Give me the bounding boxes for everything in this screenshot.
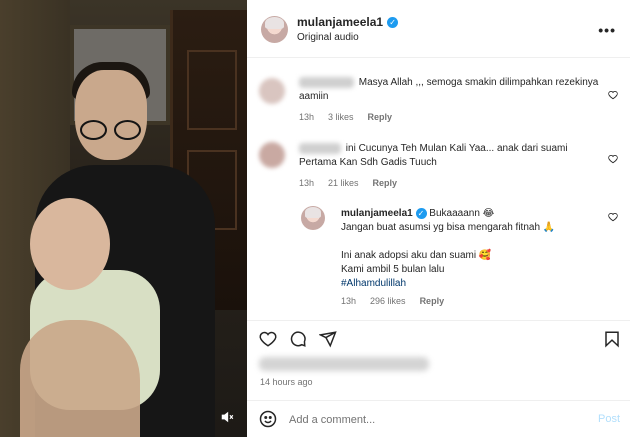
reply-text-line: Bukaaaann 😂 <box>429 208 495 219</box>
comment-reply-button[interactable]: Reply <box>373 178 398 188</box>
reply-meta: 13h 296 likes Reply <box>341 296 444 306</box>
reply-text-block: mulanjameela1 ✓ Bukaaaann 😂 Jangan buat … <box>341 207 601 291</box>
reply-like-heart-icon[interactable] <box>608 212 618 222</box>
reply-author-username[interactable]: mulanjameela1 <box>341 208 413 219</box>
video-subject <box>75 70 147 160</box>
post-actions-bar <box>247 320 630 354</box>
post-sidebar: mulanjameela1 ✓ Original audio ••• Masya… <box>247 0 630 437</box>
verified-badge-icon: ✓ <box>387 16 399 28</box>
add-comment-bar: Post <box>247 400 630 437</box>
commenter-avatar[interactable] <box>259 78 285 104</box>
video-subject <box>30 198 110 290</box>
heart-icon[interactable] <box>259 330 277 348</box>
post-comment-button[interactable]: Post <box>598 413 620 425</box>
reply-text-line: Kami ambil 5 bulan lalu <box>341 264 445 275</box>
muted-speaker-icon[interactable] <box>218 408 236 426</box>
hashtag-link[interactable]: #Alhamdulillah <box>341 277 601 291</box>
comment-like-heart-icon[interactable] <box>608 154 618 164</box>
comment-reply-button[interactable]: Reply <box>368 112 393 122</box>
comment-input[interactable] <box>289 410 579 430</box>
comments-list: Masya Allah ,,, semoga smakin dilimpahka… <box>247 58 630 320</box>
comment-time[interactable]: 13h <box>299 112 314 122</box>
comment-meta: 13h 21 likes Reply <box>299 178 397 188</box>
liked-by-row[interactable] <box>247 354 630 376</box>
commenter-username-blurred[interactable] <box>299 142 341 154</box>
emoji-icon[interactable] <box>259 410 277 428</box>
reply-text-line: Jangan buat asumsi yg bisa mengarah fitn… <box>341 222 556 233</box>
video-subject <box>80 120 144 140</box>
audio-label[interactable]: Original audio <box>297 32 359 43</box>
author-avatar[interactable] <box>261 16 288 43</box>
share-icon[interactable] <box>319 330 337 348</box>
post-video[interactable] <box>0 0 247 437</box>
comment-text-block: ini Cucunya Teh Mulan Kali Yaa... anak d… <box>299 142 589 170</box>
commenter-avatar[interactable] <box>259 142 285 168</box>
commenter-username-blurred[interactable] <box>299 76 354 88</box>
more-options-icon[interactable]: ••• <box>598 22 616 38</box>
post-header: mulanjameela1 ✓ Original audio ••• <box>247 0 630 58</box>
comment-likes[interactable]: 21 likes <box>328 178 359 188</box>
comment-icon[interactable] <box>289 330 307 348</box>
author-username-text[interactable]: mulanjameela1 <box>297 15 383 29</box>
reply-author-avatar[interactable] <box>301 206 325 230</box>
comment-text-block: Masya Allah ,,, semoga smakin dilimpahka… <box>299 76 599 104</box>
comment-likes[interactable]: 3 likes <box>328 112 354 122</box>
bookmark-icon[interactable] <box>603 330 621 348</box>
reply-text-line: Ini anak adopsi aku dan suami 🥰 <box>341 250 492 261</box>
post-timestamp[interactable]: 14 hours ago <box>260 377 313 387</box>
comment-like-heart-icon[interactable] <box>608 90 618 100</box>
author-username[interactable]: mulanjameela1 ✓ <box>297 15 399 29</box>
comment-time[interactable]: 13h <box>299 178 314 188</box>
video-subject <box>20 320 140 437</box>
reply-reply-button[interactable]: Reply <box>420 296 445 306</box>
liked-by-blurred <box>259 357 429 371</box>
video-background <box>187 50 237 130</box>
reply-likes[interactable]: 296 likes <box>370 296 406 306</box>
reply-time[interactable]: 13h <box>341 296 356 306</box>
comment-meta: 13h 3 likes Reply <box>299 112 392 122</box>
verified-badge-icon: ✓ <box>415 208 427 219</box>
